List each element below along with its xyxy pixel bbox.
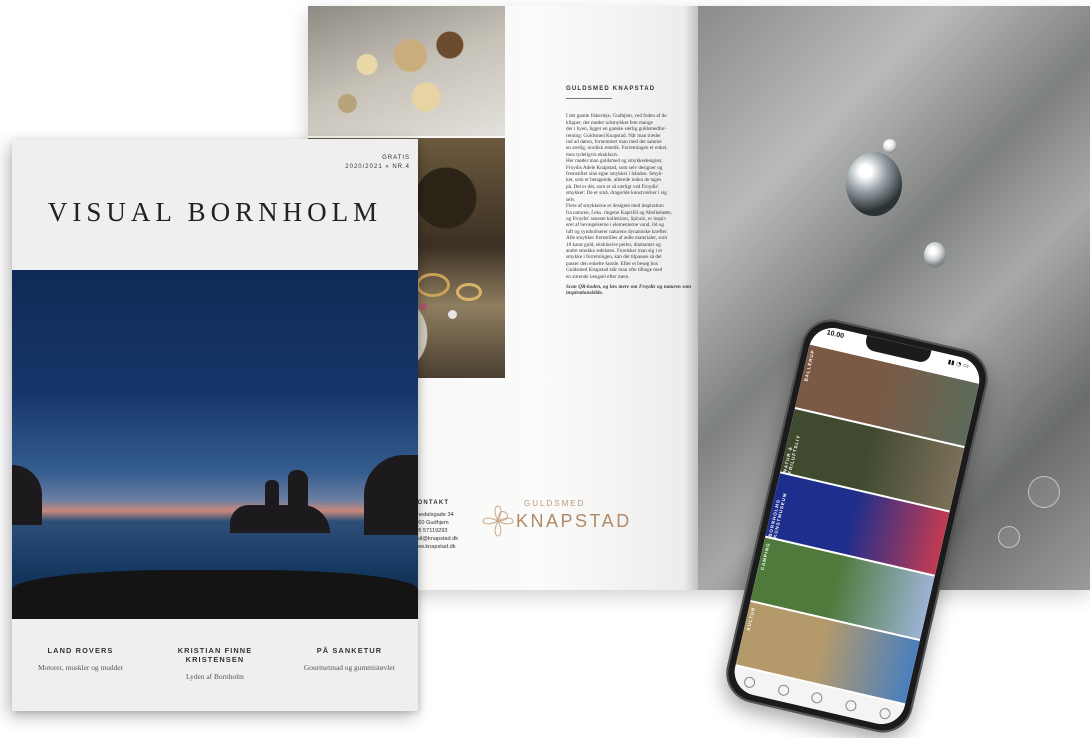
open-magazine-spread: GULDSMED KNAPSTAD I det gamle fiskerleje… (308, 6, 1090, 590)
bubble-3 (1028, 476, 1060, 508)
rock-left (12, 465, 42, 525)
feature-subtitle: Gourmetmad og gummistøvler (303, 663, 396, 672)
cover-features: LAND ROVERS Motorer, muskler og mudder K… (12, 646, 418, 686)
knapstad-logo: GULDSMED KNAPSTAD (468, 491, 638, 551)
tab-map-icon[interactable] (776, 683, 791, 697)
gold-ring-1 (416, 273, 450, 297)
cover-tag-issue: 2020/2021 » NR.4 (345, 164, 410, 170)
rock-formation-center (230, 505, 330, 533)
gem-2 (448, 310, 457, 319)
tab-profile-icon[interactable] (878, 706, 892, 720)
feature-land-rovers: LAND ROVERS Motorer, muskler og mudder (12, 646, 149, 672)
app-row-label: KULTUR (745, 606, 757, 631)
status-icons: ▮▮ ◔ ▭ (947, 358, 970, 370)
cover-photo (12, 270, 418, 619)
article-body: I det gamle fiskerleje, Gudhjem, ved fod… (566, 113, 691, 280)
feature-kristian: KRISTIAN FINNE KRISTENSEN Lyden af Bornh… (149, 646, 281, 681)
logo-top-text: GULDSMED (524, 499, 586, 508)
logo-main-text: KNAPSTAD (516, 511, 632, 531)
cover-tag-free: GRATIS (382, 155, 410, 161)
gold-ring-2 (456, 283, 482, 301)
rock-pillar-2 (288, 470, 308, 512)
pearl-small (924, 242, 946, 268)
article-line: en sitrende længsel efter mere. (566, 273, 630, 280)
rock-right (364, 455, 418, 535)
cover-issue-tag: GRATIS 2020/2021 » NR.4 (345, 154, 410, 172)
cover-title: VISUAL BORNHOLM (47, 197, 383, 227)
tab-search-icon[interactable] (810, 690, 824, 705)
magazine-cover: GRATIS 2020/2021 » NR.4 VISUAL BORNHOLM … (12, 139, 418, 711)
tab-favorites-icon[interactable] (844, 698, 858, 712)
feature-title: PÅ SANKETUR (316, 646, 383, 655)
feature-sanketur: PÅ SANKETUR Gourmetmad og gummistøvler (281, 646, 418, 672)
pearl-top (883, 139, 897, 153)
article-caption: Scan QR-koden, og læs mere om Froydis og… (566, 283, 691, 297)
feature-subtitle: Motorer, muskler og mudder (37, 663, 124, 672)
feature-subtitle: Lyden af Bornholm (186, 672, 244, 681)
gem-1 (420, 303, 427, 310)
scene: GULDSMED KNAPSTAD I det gamle fiskerleje… (0, 0, 1090, 738)
tab-home-icon[interactable] (742, 675, 757, 689)
baroque-pearl-large (846, 152, 902, 216)
article-title: GULDSMED KNAPSTAD (566, 86, 656, 92)
rocks-foreground (12, 570, 418, 619)
rock-pillar-1 (265, 480, 279, 512)
bubble-4 (998, 526, 1020, 548)
pearls-photo (308, 6, 505, 136)
feature-title: KRISTIAN FINNE KRISTENSEN (177, 646, 253, 664)
title-divider (566, 98, 612, 100)
status-time: 10.00 (825, 329, 845, 341)
article-column: GULDSMED KNAPSTAD I det gamle fiskerleje… (566, 86, 691, 297)
feature-title: LAND ROVERS (47, 646, 114, 655)
